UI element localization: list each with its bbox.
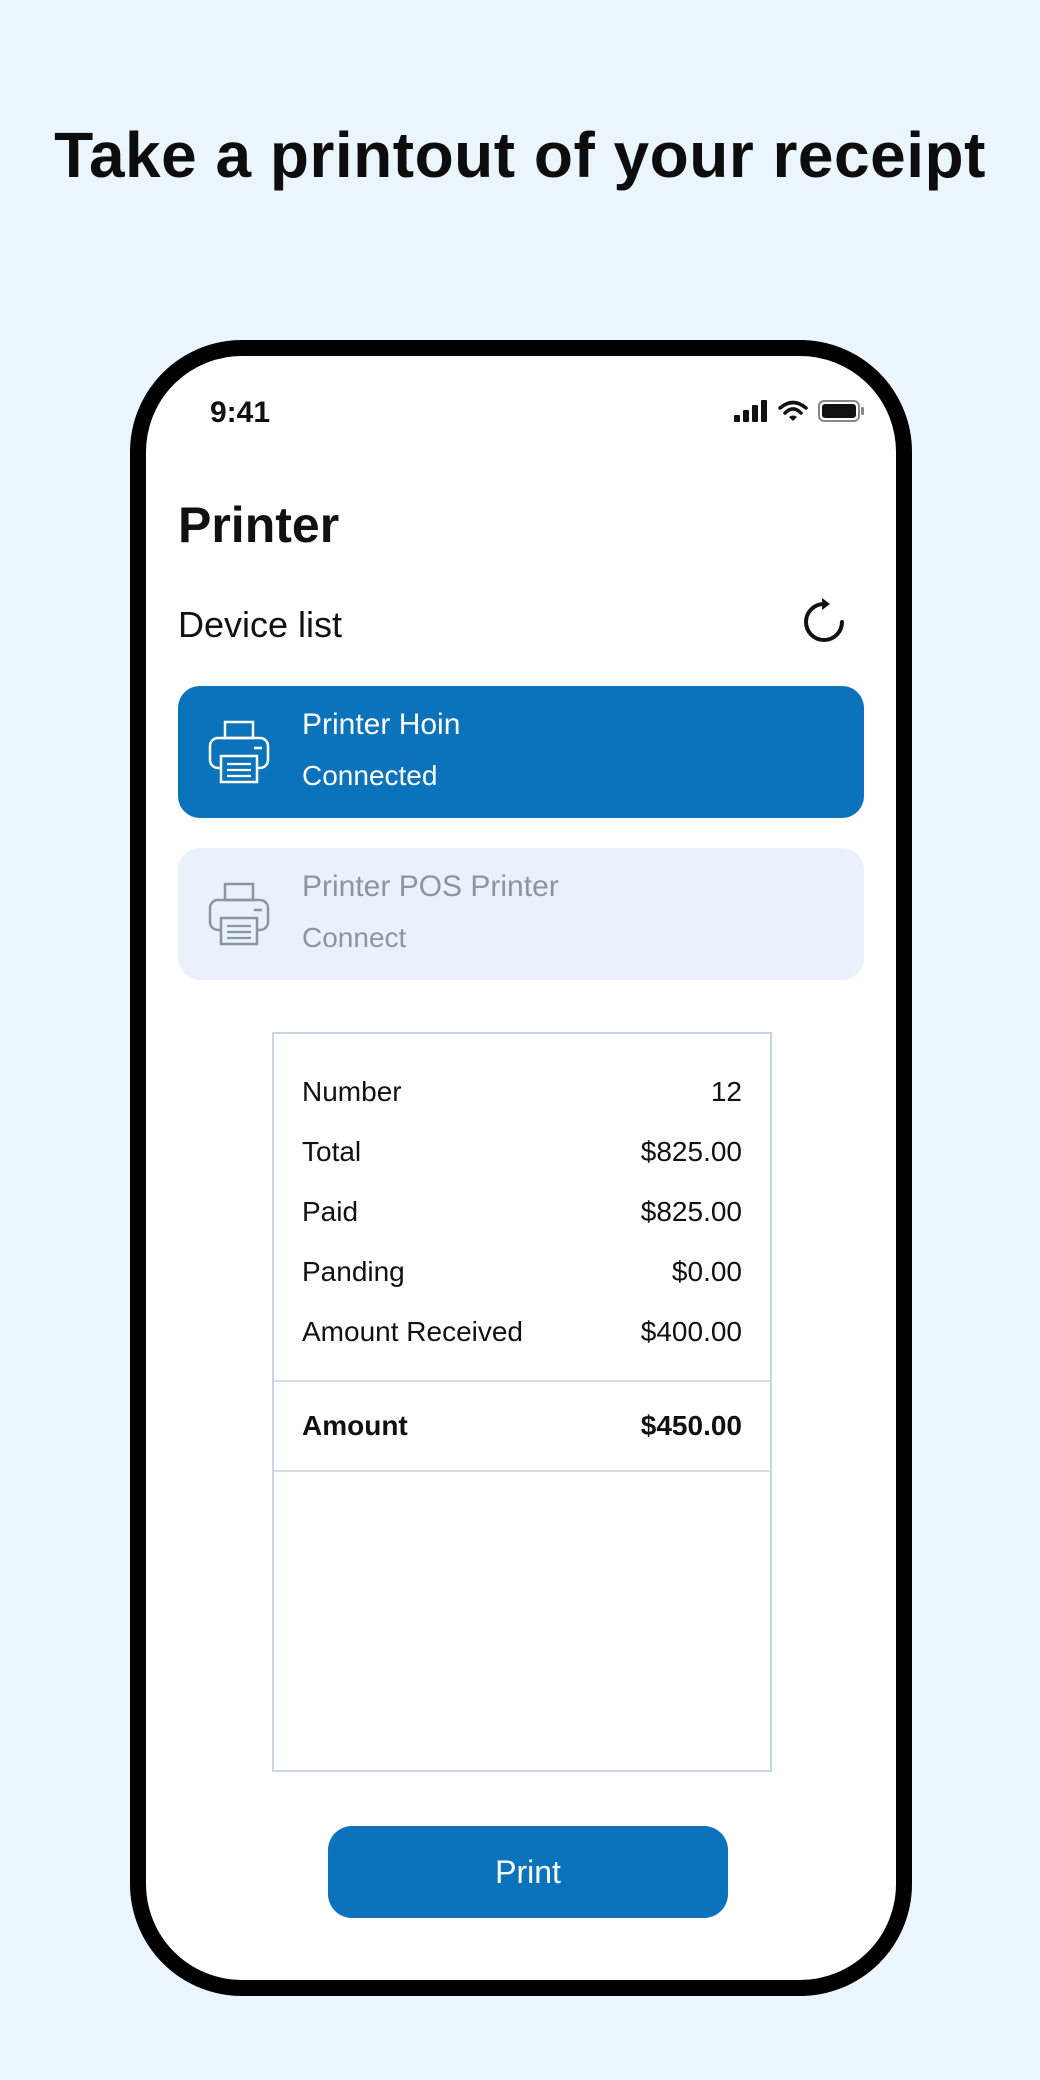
receipt-divider [274, 1470, 770, 1472]
refresh-button[interactable] [794, 592, 854, 652]
receipt-row-label: Amount Received [302, 1316, 524, 1347]
device-name: Printer Hoin [302, 708, 461, 741]
device-card-printer-hoin[interactable]: Printer Hoin Connected [178, 686, 864, 818]
receipt-amount-row: Amount $450.00 [274, 1382, 770, 1470]
screen-title: Printer [178, 497, 340, 553]
receipt-row-label: Total [302, 1136, 362, 1167]
receipt-amount-value: $450.00 [640, 1410, 742, 1441]
wifi-icon [778, 400, 808, 421]
status-bar: 9:41 [146, 356, 896, 456]
receipt-row-label: Panding [302, 1256, 405, 1287]
page-headline: Take a printout of your receipt [54, 119, 986, 191]
receipt-row-paid: Paid $825.00 [302, 1182, 742, 1242]
receipt-row-amount-received: Amount Received $400.00 [302, 1302, 742, 1362]
receipt-row-label: Number [302, 1076, 402, 1107]
receipt-preview: Number 12 Total $825.00 Paid $825.00 Pan… [272, 1032, 772, 1772]
receipt-amount-label: Amount [302, 1410, 408, 1441]
device-status: Connected [302, 760, 438, 791]
receipt-row-value: $825.00 [640, 1196, 742, 1227]
refresh-icon [804, 598, 844, 642]
receipt-row-total: Total $825.00 [302, 1122, 742, 1182]
device-connect-link[interactable]: Connect [302, 922, 406, 954]
receipt-rows: Number 12 Total $825.00 Paid $825.00 Pan… [274, 1034, 770, 1362]
phone-frame: 9:41 Printer Device list Printer Hoin Co… [130, 340, 912, 1996]
status-time: 9:41 [210, 396, 271, 429]
printer-icon [208, 882, 270, 946]
device-list-label: Device list [178, 604, 343, 645]
signal-icon [734, 400, 767, 422]
receipt-row-value: $400.00 [640, 1316, 742, 1347]
receipt-row-value: $825.00 [640, 1136, 742, 1167]
device-card-printer-pos[interactable]: Printer POS Printer Connect [178, 848, 864, 980]
receipt-row-number: Number 12 [302, 1062, 742, 1122]
receipt-row-value: 12 [710, 1076, 742, 1107]
battery-icon [818, 400, 864, 422]
status-icons [734, 400, 864, 422]
receipt-row-pending: Panding $0.00 [302, 1242, 742, 1302]
print-button[interactable]: Print [328, 1826, 728, 1918]
receipt-row-label: Paid [302, 1196, 359, 1227]
receipt-row-value: $0.00 [671, 1256, 742, 1287]
printer-icon [208, 720, 270, 784]
device-name: Printer POS Printer [302, 870, 559, 903]
